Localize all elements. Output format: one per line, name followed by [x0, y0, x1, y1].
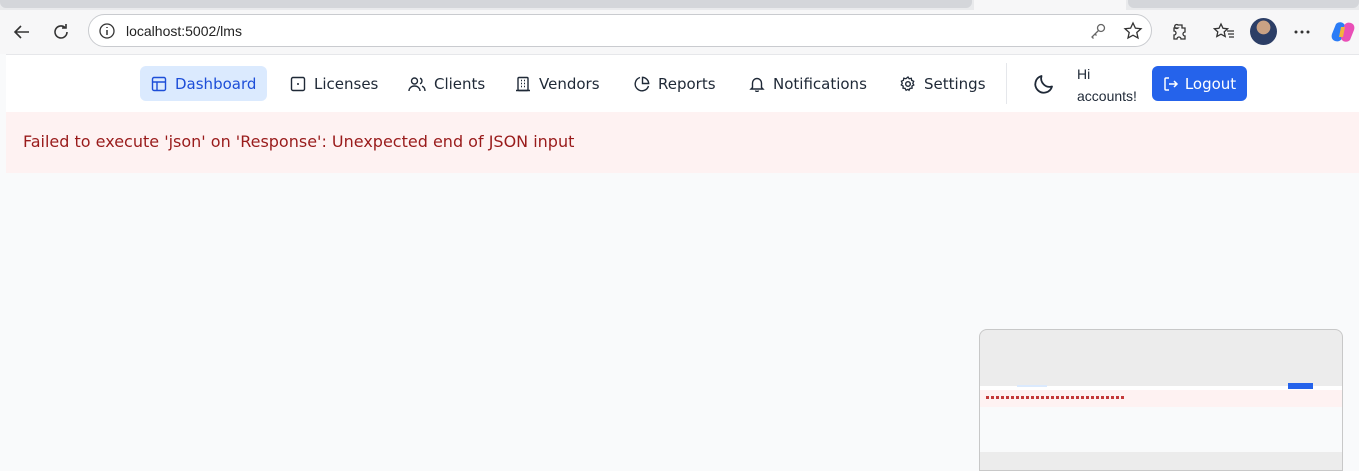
error-banner: Failed to execute 'json' on 'Response': …	[6, 112, 1359, 173]
browser-toolbar: localhost:5002/lms	[0, 10, 1359, 54]
nav-notifications[interactable]: Notifications	[738, 66, 878, 101]
bell-icon	[749, 77, 765, 92]
user-greeting: Hi accounts!	[1077, 66, 1137, 104]
key-icon[interactable]	[1089, 22, 1107, 40]
logout-label: Logout	[1184, 74, 1237, 93]
browser-tab[interactable]	[1128, 0, 1359, 8]
preview-logout-button	[1288, 383, 1313, 389]
info-icon[interactable]	[98, 22, 116, 40]
favorites-button[interactable]	[1208, 16, 1240, 48]
nav-clients-label: Clients	[434, 74, 486, 93]
moon-icon[interactable]	[1032, 72, 1056, 96]
nav-reports[interactable]: Reports	[623, 66, 727, 101]
nav-vendors[interactable]: Vendors	[504, 66, 611, 101]
nav-reports-label: Reports	[658, 74, 716, 93]
nav-settings[interactable]: Settings	[889, 66, 997, 101]
license-icon	[290, 76, 306, 91]
gear-icon	[900, 75, 915, 91]
nav-dashboard[interactable]: Dashboard	[140, 66, 268, 101]
building-icon	[516, 76, 530, 91]
more-icon	[1294, 30, 1310, 34]
users-icon	[408, 76, 426, 91]
back-button[interactable]	[6, 16, 38, 48]
copilot-icon	[1331, 22, 1355, 42]
back-icon	[13, 25, 29, 39]
reload-button[interactable]	[45, 16, 77, 48]
preview-error-banner	[980, 390, 1342, 407]
favorite-star-icon[interactable]	[1123, 21, 1143, 41]
pie-chart-icon	[634, 76, 650, 91]
extensions-icon	[1173, 23, 1186, 40]
nav-settings-label: Settings	[924, 74, 986, 93]
address-bar[interactable]: localhost:5002/lms	[88, 14, 1152, 47]
nav-clients[interactable]: Clients	[397, 66, 496, 101]
preview-body	[980, 407, 1342, 452]
nav-dashboard-label: Dashboard	[175, 74, 257, 93]
error-message: Failed to execute 'json' on 'Response': …	[23, 132, 575, 151]
dashboard-icon	[151, 76, 167, 91]
preview-error-text	[986, 396, 1126, 399]
extensions-button[interactable]	[1164, 16, 1196, 48]
active-browser-tab[interactable]	[974, 0, 1126, 10]
page-preview-thumbnail[interactable]	[979, 329, 1343, 471]
top-navbar: Dashboard Licenses Clients Vendors Repor…	[6, 54, 1359, 112]
profile-avatar[interactable]	[1250, 18, 1277, 45]
nav-licenses-label: Licenses	[314, 74, 379, 93]
logout-icon	[1164, 76, 1178, 91]
nav-notifications-label: Notifications	[773, 74, 867, 93]
nav-vendors-label: Vendors	[539, 74, 600, 93]
nav-licenses[interactable]: Licenses	[279, 66, 389, 101]
reload-icon	[54, 24, 68, 39]
browser-tabs[interactable]	[0, 0, 972, 8]
preview-active-tab	[1017, 385, 1047, 387]
nav-divider	[1006, 63, 1007, 104]
logout-button[interactable]: Logout	[1152, 66, 1247, 101]
favorites-icon	[1213, 22, 1234, 38]
more-button[interactable]	[1286, 16, 1318, 48]
url-text[interactable]: localhost:5002/lms	[126, 23, 242, 39]
browser-tab-strip	[0, 0, 1359, 10]
copilot-button[interactable]	[1327, 16, 1359, 48]
